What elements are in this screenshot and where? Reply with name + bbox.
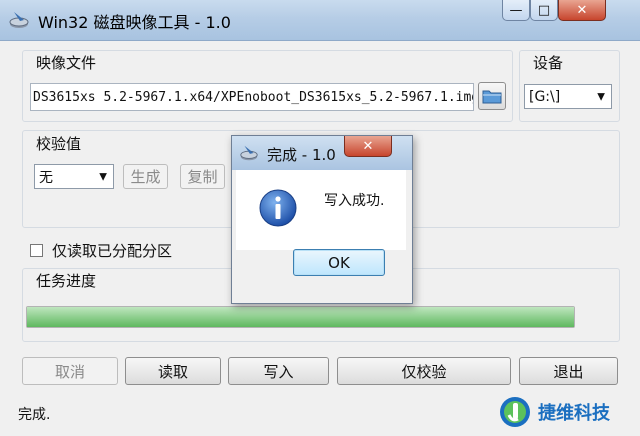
device-selected-value: [G:\]	[529, 88, 561, 105]
dialog-title-bar: 完成 - 1.0 ✕	[232, 136, 412, 170]
browse-folder-button[interactable]	[478, 82, 506, 110]
maximize-button[interactable]: □	[530, 0, 558, 21]
cancel-button[interactable]: 取消	[22, 357, 118, 385]
title-bar: Win32 磁盘映像工具 - 1.0 — □ ✕	[0, 0, 640, 41]
dialog-message: 写入成功.	[324, 193, 385, 209]
exit-button[interactable]: 退出	[519, 357, 618, 385]
completion-dialog: 完成 - 1.0 ✕ 写入成功. OK	[231, 135, 413, 304]
verify-only-button[interactable]: 仅校验	[337, 357, 511, 385]
dialog-close-button[interactable]: ✕	[344, 136, 392, 157]
progress-bar	[26, 306, 575, 328]
watermark-logo: 捷维科技	[498, 392, 638, 432]
read-only-allocated-checkbox[interactable]	[30, 244, 43, 257]
device-label: 设备	[533, 54, 564, 72]
device-select[interactable]: [G:\] ▼	[524, 84, 612, 109]
disk-imager-app-icon	[9, 12, 29, 28]
image-file-path-text: DS3615xs 5.2-5967.1.x64/XPEnoboot_DS3615…	[33, 89, 474, 105]
info-icon	[259, 189, 297, 227]
window-title: Win32 磁盘映像工具 - 1.0	[38, 13, 231, 32]
copy-checksum-button[interactable]: 复制	[180, 164, 225, 189]
brand-logo-icon	[500, 397, 530, 427]
dialog-ok-button[interactable]: OK	[293, 249, 385, 276]
generate-checksum-button[interactable]: 生成	[123, 164, 168, 189]
read-only-allocated-label: 仅读取已分配分区	[52, 242, 173, 260]
watermark-text: 捷维科技	[538, 403, 610, 424]
image-file-path-input[interactable]: DS3615xs 5.2-5967.1.x64/XPEnoboot_DS3615…	[30, 83, 474, 111]
close-button[interactable]: ✕	[558, 0, 606, 21]
checksum-label: 校验值	[36, 135, 82, 153]
checksum-type-select[interactable]: 无 ▼	[34, 164, 114, 189]
minimize-button[interactable]: —	[502, 0, 530, 21]
progress-bar-fill	[27, 307, 574, 327]
main-window: Win32 磁盘映像工具 - 1.0 — □ ✕ 映像文件 DS3615xs 5…	[0, 0, 640, 436]
disk-imager-app-icon	[240, 145, 258, 161]
status-text: 完成.	[18, 407, 51, 423]
folder-icon	[482, 90, 502, 104]
write-button[interactable]: 写入	[228, 357, 329, 385]
dialog-body: 写入成功.	[236, 170, 406, 250]
image-file-label: 映像文件	[36, 54, 97, 72]
chevron-down-icon: ▼	[597, 91, 605, 102]
read-button[interactable]: 读取	[125, 357, 221, 385]
dialog-title: 完成 - 1.0	[267, 146, 336, 164]
chevron-down-icon: ▼	[99, 171, 107, 182]
checksum-selected-value: 无	[39, 169, 53, 186]
progress-label: 任务进度	[36, 272, 97, 290]
